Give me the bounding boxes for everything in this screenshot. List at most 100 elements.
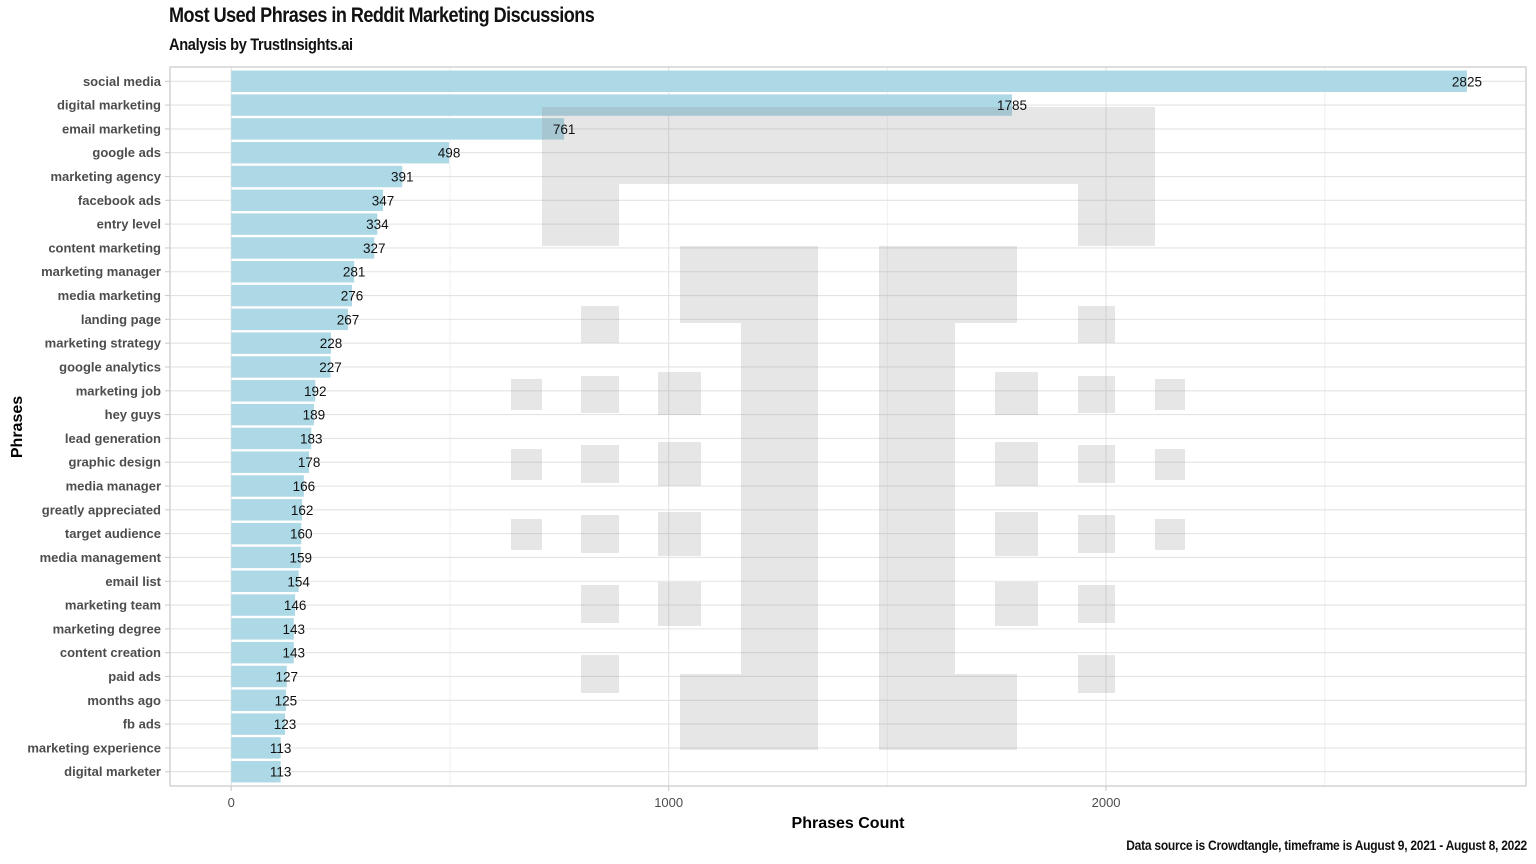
watermark-block [1155, 379, 1185, 410]
chart-caption: Data source is Crowdtangle, timeframe is… [1126, 837, 1527, 853]
bar [231, 403, 314, 426]
y-tick-label: marketing experience [27, 740, 161, 755]
watermark-block [658, 372, 701, 415]
watermark-block [995, 372, 1038, 415]
watermark-block [658, 582, 701, 626]
y-tick-label: media manager [66, 479, 161, 494]
bar [231, 332, 331, 354]
y-tick-label: google analytics [59, 359, 161, 374]
data-label: 281 [343, 265, 366, 280]
bar [231, 189, 384, 212]
y-tick-label: target audience [65, 526, 161, 541]
y-tick-label: greatly appreciated [42, 502, 161, 517]
bar [231, 356, 331, 378]
watermark-block [1155, 449, 1185, 480]
data-label: 160 [290, 527, 313, 542]
y-tick-label: paid ads [108, 669, 161, 684]
watermark-block [581, 515, 619, 553]
y-tick-label: content marketing [48, 240, 161, 255]
bar [231, 380, 316, 402]
bar [231, 284, 352, 307]
data-label: 154 [287, 574, 310, 589]
y-axis-title: Phrases [9, 396, 26, 458]
x-axis-title: Phrases Count [792, 815, 906, 832]
y-tick-label: marketing strategy [45, 336, 162, 351]
bar [231, 141, 450, 164]
data-label: 334 [366, 217, 389, 232]
bar [231, 118, 565, 140]
y-tick-label: marketing job [76, 383, 161, 398]
watermark-block [680, 674, 818, 750]
watermark-block [581, 655, 619, 693]
data-label: 113 [270, 741, 292, 756]
watermark-block [995, 512, 1038, 556]
data-label: 227 [319, 360, 342, 375]
y-tick-label: media management [40, 550, 162, 565]
y-tick-label: marketing agency [50, 169, 161, 184]
y-tick-label: months ago [87, 693, 161, 708]
data-label: 178 [298, 455, 321, 470]
bar-chart: 2825 1785 761 498 391 347 334 327 281 276 267 228 22… [9, 66, 1527, 832]
data-label: 143 [283, 622, 306, 637]
watermark-block [1078, 306, 1115, 343]
y-tick-label: marketing team [65, 598, 161, 613]
data-label: 347 [372, 193, 395, 208]
y-tick-label: marketing degree [53, 621, 161, 636]
watermark-logo [511, 107, 1185, 750]
watermark-block [1078, 655, 1115, 693]
bar [231, 70, 1467, 92]
bar [231, 308, 349, 331]
y-tick-label: email marketing [62, 121, 161, 136]
data-label: 123 [274, 717, 297, 732]
watermark-block [542, 184, 619, 246]
y-tick-label: lead generation [65, 431, 161, 446]
watermark-block [1155, 519, 1185, 550]
x-axis: 0 1000 2000 [228, 786, 1121, 810]
data-label: 276 [341, 289, 364, 304]
data-label: 761 [553, 122, 576, 137]
y-tick-label: media marketing [58, 288, 161, 303]
data-label: 391 [391, 170, 414, 185]
y-tick-label: google ads [92, 145, 161, 160]
y-tick-label: digital marketing [57, 98, 161, 113]
watermark-block [1078, 515, 1115, 553]
watermark-block [658, 442, 701, 486]
watermark-block [581, 585, 619, 623]
data-label: 159 [290, 550, 313, 565]
data-label: 228 [320, 336, 343, 351]
data-label: 183 [300, 431, 323, 446]
y-tick-label: facebook ads [78, 193, 161, 208]
data-label: 327 [363, 241, 386, 256]
data-label: 143 [283, 646, 306, 661]
x-tick-label: 0 [228, 795, 235, 810]
y-tick-label: content creation [60, 645, 161, 660]
watermark-block [879, 674, 1017, 750]
watermark-block [658, 512, 701, 556]
data-label: 127 [276, 669, 299, 684]
y-tick-label: social media [83, 74, 162, 89]
watermark-block [1078, 376, 1115, 413]
watermark-block [995, 582, 1038, 626]
y-tick-label: hey guys [105, 407, 161, 422]
bar [231, 237, 375, 259]
y-axis: social media digital marketing email marke… [27, 74, 170, 779]
bar [231, 213, 378, 235]
watermark-block [879, 323, 955, 674]
y-tick-label: graphic design [69, 455, 162, 470]
data-label: 498 [438, 146, 461, 161]
y-tick-label: digital marketer [64, 764, 161, 779]
watermark-block [680, 246, 818, 323]
watermark-block [879, 246, 1017, 323]
y-tick-label: entry level [97, 217, 161, 232]
watermark-block [1078, 585, 1115, 623]
data-label: 113 [270, 765, 292, 780]
watermark-block [581, 376, 619, 413]
data-label: 189 [303, 408, 326, 423]
y-tick-label: email list [105, 574, 161, 589]
watermark-block [511, 379, 542, 410]
watermark-block [1078, 184, 1155, 246]
data-label: 166 [293, 479, 316, 494]
y-tick-label: marketing manager [41, 264, 161, 279]
watermark-block [1078, 445, 1115, 483]
watermark-block [741, 323, 818, 674]
